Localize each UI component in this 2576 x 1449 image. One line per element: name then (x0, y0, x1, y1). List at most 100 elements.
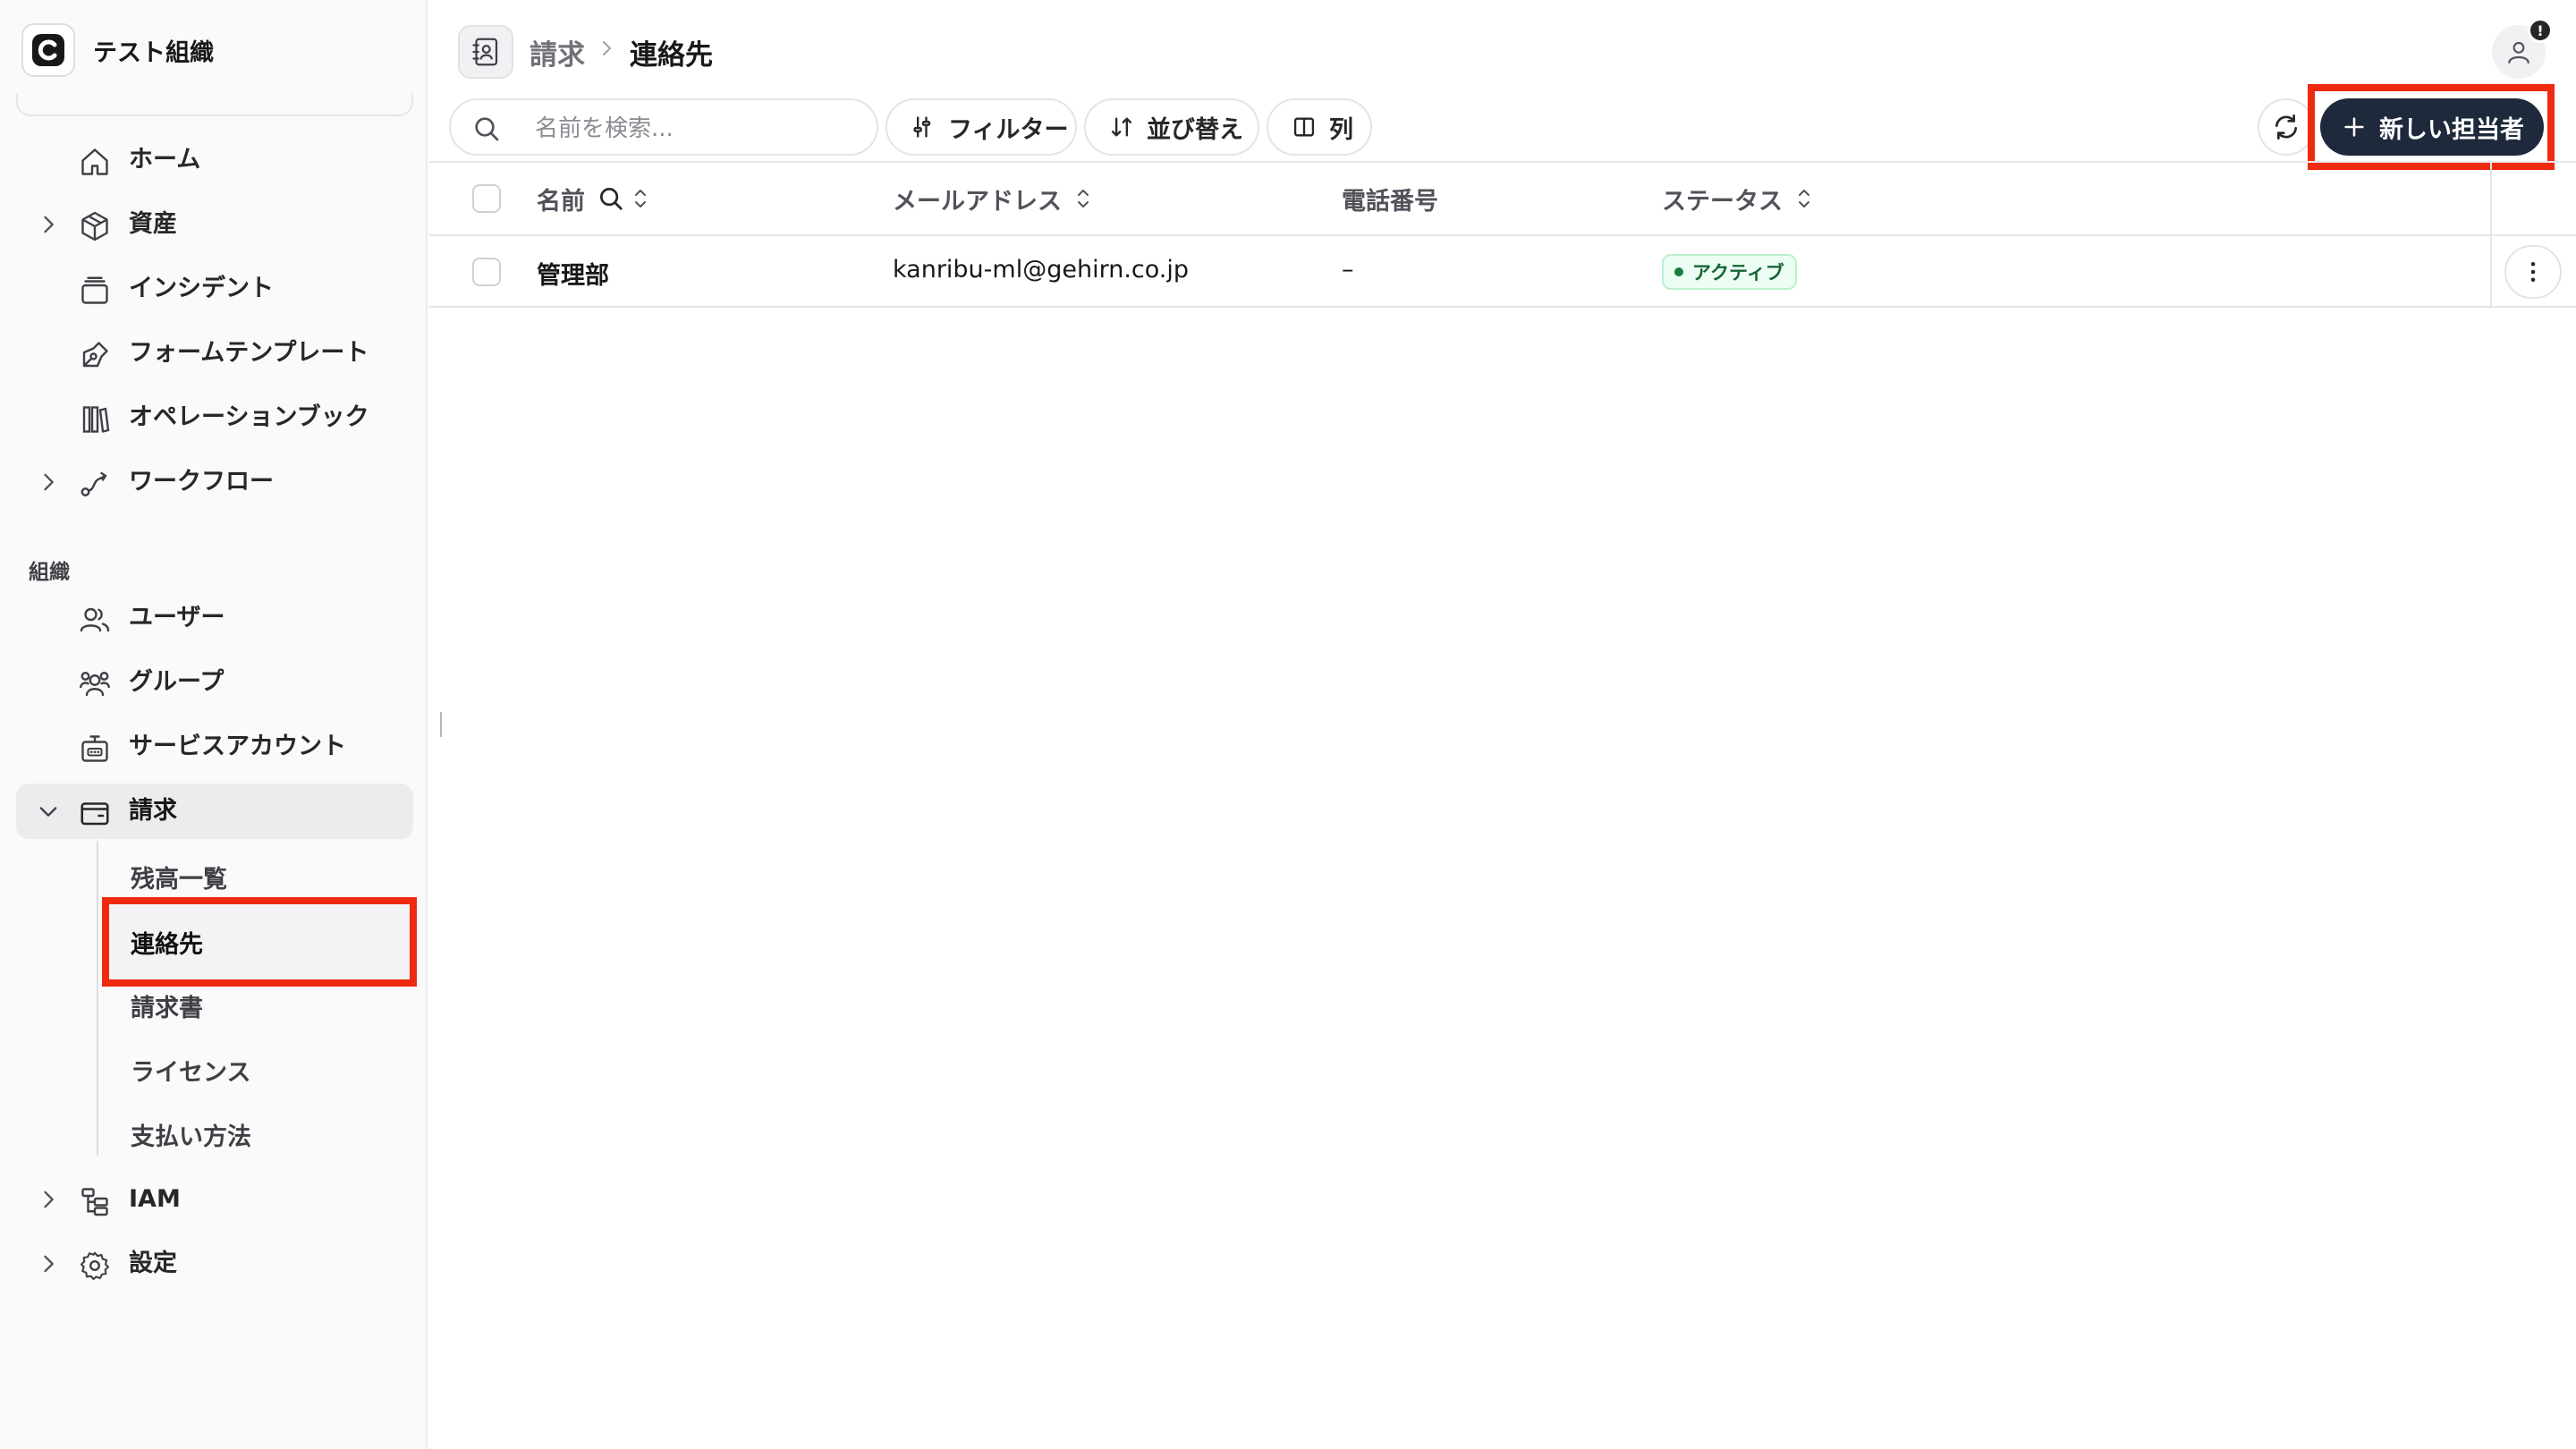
pen-tool-icon (82, 342, 108, 368)
sidebar-item-label: ホーム (129, 146, 201, 174)
sidebar-item-operation-book[interactable]: オペレーションブック (16, 390, 413, 445)
workflow-icon (80, 471, 107, 496)
columns-button[interactable]: 列 (1267, 98, 1372, 156)
status-badge: アクティブ (1662, 254, 1797, 290)
sidebar-item-label: フォームテンプレート (129, 339, 369, 367)
groups-icon (80, 672, 110, 697)
submenu-guide-line (97, 841, 98, 1156)
status-dot-icon (1674, 267, 1683, 276)
column-header-label: 名前 (537, 187, 585, 216)
users-icon (80, 607, 110, 632)
sidebar-subitem-invoices[interactable]: 請求書 (113, 980, 203, 1030)
sidebar-item-label: グループ (129, 668, 225, 696)
sidebar-subitem-licenses[interactable]: ライセンス (113, 1045, 250, 1095)
sidebar-subitem-payment-methods[interactable]: 支払い方法 (113, 1109, 251, 1159)
sidebar-subitem-contacts[interactable]: 連絡先 (102, 897, 417, 987)
library-icon (82, 406, 110, 433)
refresh-button[interactable] (2258, 98, 2315, 156)
section-label-org: 組織 (29, 561, 70, 584)
wallet-icon (80, 802, 109, 826)
sidebar-item-iam[interactable]: IAM (16, 1172, 413, 1227)
chevron-right-icon[interactable] (36, 1251, 61, 1276)
columns-button-label: 列 (1329, 115, 1353, 144)
org-name: テスト組織 (93, 38, 214, 67)
sidebar-item-label: 請求 (129, 797, 177, 825)
chevron-down-icon[interactable] (36, 799, 61, 824)
sidebar-resize-handle[interactable] (440, 712, 442, 737)
search-icon[interactable] (597, 185, 624, 212)
sidebar-item-incidents[interactable]: インシデント (16, 261, 413, 317)
sidebar-item-users[interactable]: ユーザー (16, 590, 413, 646)
column-header-label: 電話番号 (1342, 187, 1438, 216)
notification-badge: ! (2528, 18, 2553, 43)
sidebar-item-label: IAM (129, 1185, 181, 1213)
chevron-right-icon[interactable] (36, 470, 61, 495)
columns-icon (1293, 117, 1315, 137)
sidebar-item-label: サービスアカウント (129, 733, 346, 760)
sort-arrows-icon (1111, 117, 1132, 137)
sidebar: テスト組織 ホーム 資産 インシデント フォームテンプレート オペレーションブッ… (0, 0, 428, 1449)
contact-book-icon (472, 38, 498, 66)
column-header-label: メールアドレス (893, 187, 1062, 216)
new-contact-button[interactable]: 新しい担当者 (2320, 98, 2544, 156)
sidebar-subitem-label: 残高一覧 (131, 865, 227, 894)
package-icon (81, 211, 108, 242)
sidebar-item-home[interactable]: ホーム (16, 132, 413, 188)
row-checkbox[interactable] (472, 258, 501, 286)
logo-icon (32, 34, 64, 66)
table-header-divider (429, 234, 2576, 236)
sidebar-item-service-accounts[interactable]: サービスアカウント (16, 719, 413, 775)
org-logo (21, 23, 75, 77)
table-cell-email: kanribu-ml@gehirn.co.jp (893, 256, 1190, 284)
hierarchy-icon (81, 1188, 108, 1216)
chevron-right-icon[interactable] (36, 212, 61, 237)
sort-button-label: 並び替え (1147, 115, 1243, 144)
sidebar-item-label: ワークフロー (129, 468, 274, 496)
breadcrumb-parent[interactable]: 請求 (530, 32, 585, 72)
row-actions-button[interactable] (2504, 245, 2562, 299)
search-input[interactable] (535, 111, 857, 147)
sidebar-item-label: インシデント (129, 275, 274, 302)
org-switcher[interactable]: テスト組織 (21, 23, 214, 77)
bot-icon (81, 735, 108, 762)
sidebar-subitem-label: 支払い方法 (131, 1123, 251, 1151)
search-icon (475, 117, 499, 141)
select-all-checkbox[interactable] (472, 184, 501, 213)
toolbar-divider (429, 161, 2576, 163)
sidebar-item-settings[interactable]: 設定 (16, 1236, 413, 1292)
sidebar-subitem-balance[interactable]: 残高一覧 (113, 852, 227, 902)
sidebar-item-groups[interactable]: グループ (16, 655, 413, 710)
new-contact-button-label: 新しい担当者 (2379, 115, 2524, 144)
sort-toggle-icon[interactable] (1072, 185, 1094, 212)
plus-icon (2344, 117, 2364, 137)
search-box[interactable] (449, 98, 878, 156)
sidebar-item-form-templates[interactable]: フォームテンプレート (16, 326, 413, 381)
table-cell-phone: – (1342, 256, 1354, 284)
chevron-right-icon[interactable] (36, 1187, 61, 1212)
sidebar-item-label: ユーザー (129, 604, 225, 631)
table-cell-name[interactable]: 管理部 (537, 256, 609, 291)
sidebar-item-billing[interactable]: 請求 (16, 784, 413, 839)
column-header-status[interactable]: ステータス (1662, 179, 1815, 218)
filter-button-label: フィルター (948, 115, 1069, 144)
sidebar-subitem-label: ライセンス (131, 1058, 251, 1087)
home-icon (81, 148, 108, 175)
more-vertical-icon (2530, 262, 2536, 282)
filter-button[interactable]: フィルター (886, 98, 1077, 156)
sidebar-subitem-label: 請求書 (131, 994, 203, 1022)
refresh-icon (2275, 114, 2297, 140)
column-header-email[interactable]: メールアドレス (893, 179, 1094, 218)
sidebar-item-label: 資産 (129, 210, 177, 238)
sidebar-item-label: 設定 (129, 1250, 177, 1277)
sidebar-item-assets[interactable]: 資産 (16, 197, 413, 252)
sidebar-item-workflow[interactable]: ワークフロー (16, 454, 413, 510)
contacts-page-icon (458, 25, 513, 79)
sort-toggle-icon[interactable] (630, 185, 651, 212)
sort-button[interactable]: 並び替え (1084, 98, 1259, 156)
column-header-name[interactable]: 名前 (537, 179, 651, 218)
sidebar-item-label: オペレーションブック (129, 403, 369, 431)
status-badge-label: アクティブ (1692, 262, 1784, 284)
sort-toggle-icon[interactable] (1793, 185, 1815, 212)
org-divider (16, 93, 413, 116)
cards-icon (81, 276, 108, 304)
